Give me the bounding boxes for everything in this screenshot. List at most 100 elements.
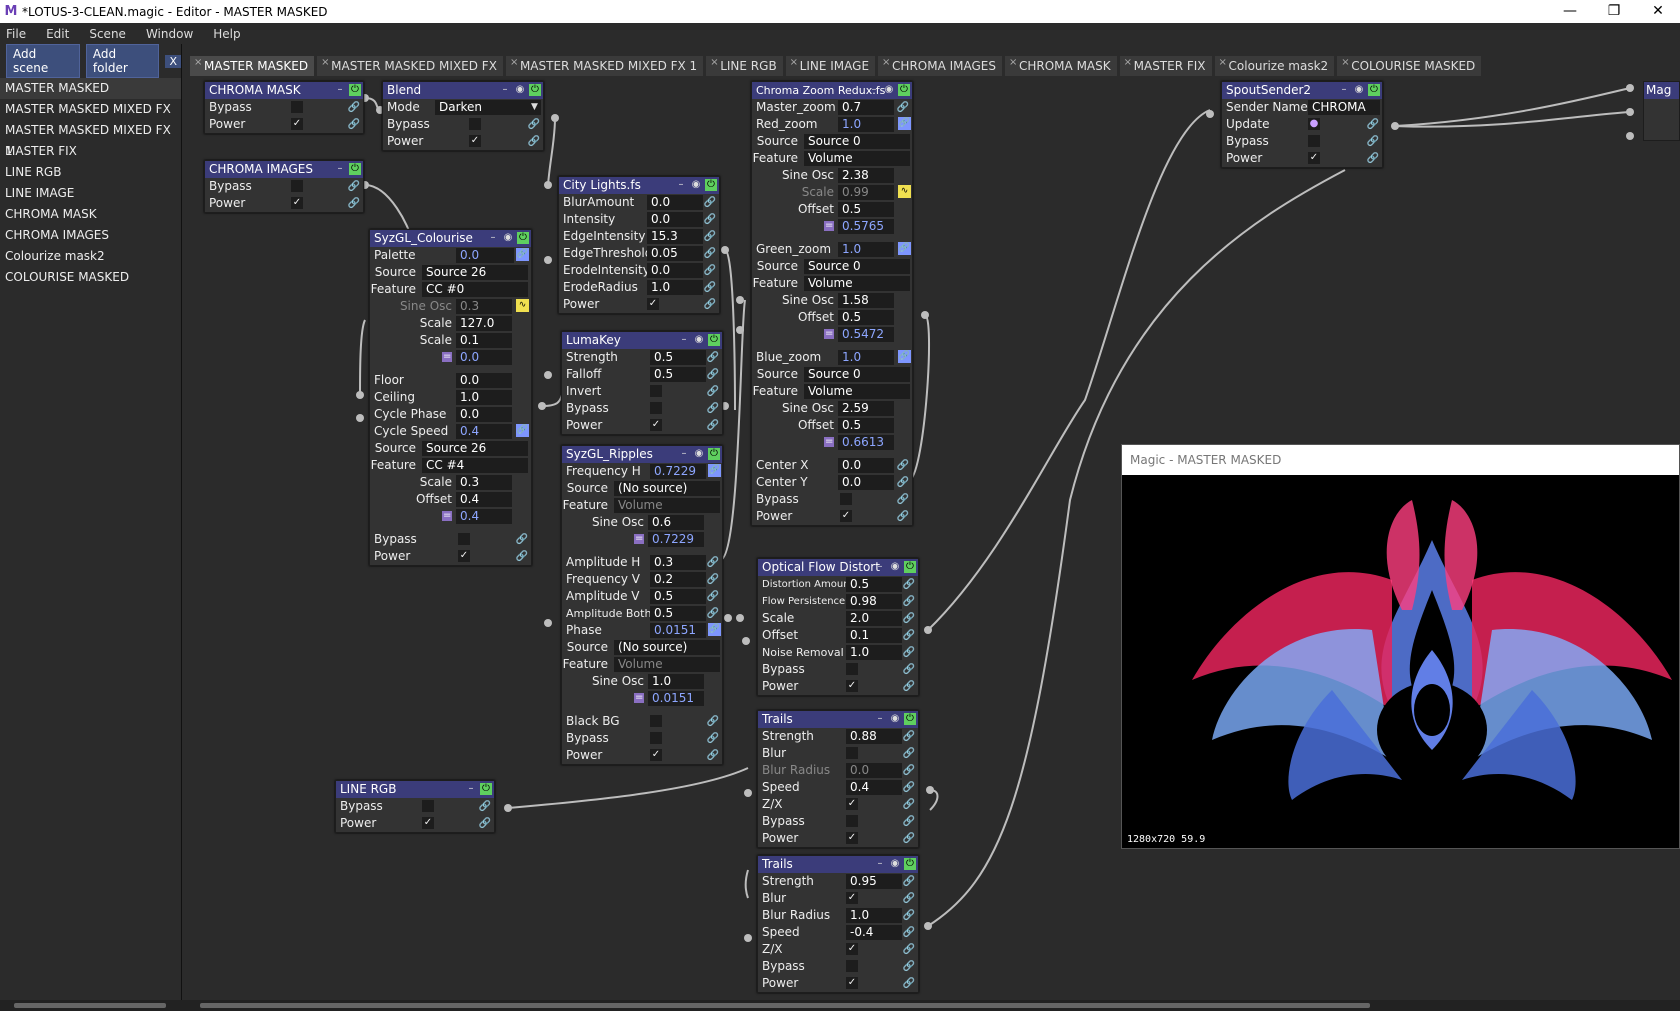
power-checkbox[interactable]: ✓	[846, 680, 858, 692]
link-icon[interactable]: 🔗	[903, 796, 915, 813]
param-field[interactable]: 0.0	[647, 195, 703, 210]
link-icon[interactable]: 🔗	[903, 873, 915, 890]
param-field[interactable]: 0.5	[650, 589, 706, 604]
speed-field[interactable]: -0.4	[846, 925, 902, 940]
blur-radius-field[interactable]: 1.0	[846, 908, 902, 923]
param-field[interactable]: 2.0	[846, 611, 902, 626]
center-x-field[interactable]: 0.0	[838, 458, 894, 473]
tab-master-masked[interactable]: MASTER MASKED	[190, 53, 315, 76]
bypass-checkbox[interactable]	[291, 101, 303, 113]
link-icon[interactable]: 🔗	[707, 366, 719, 383]
link-icon[interactable]: 🔗	[903, 678, 915, 695]
link-icon[interactable]: 🔗	[707, 554, 719, 571]
eye-icon[interactable]: ◉	[693, 334, 705, 346]
link-icon[interactable]: 🔗	[708, 464, 721, 477]
power-checkbox[interactable]: ✓	[291, 197, 303, 209]
menu-scene[interactable]: Scene	[89, 27, 126, 41]
collapse-icon[interactable]: –	[868, 84, 880, 96]
link-icon[interactable]: 🔗	[528, 116, 540, 133]
link-icon[interactable]: 🔗	[903, 661, 915, 678]
feature-select[interactable]: CC #4	[422, 458, 528, 473]
lumakey-node[interactable]: LumaKey – ◉ ⏻ Strength 0.5 🔗 Falloff 0.5 🔗 Inve…	[561, 331, 723, 435]
chroma-zoom-node[interactable]: Chroma Zoom Redux.fs – ◉ ⏻ Master_zoom 0.7 🔗 …	[751, 81, 913, 526]
wave-icon[interactable]: ∿	[898, 185, 911, 198]
optical-flow-node[interactable]: Optical Flow Distort – ◉ ⏻ Distortion Amoun…	[757, 558, 919, 696]
scene-item[interactable]: MASTER MASKED MIXED FX	[0, 99, 181, 120]
eye-icon[interactable]: ◉	[889, 561, 901, 573]
link-icon[interactable]: 🔗	[903, 593, 915, 610]
blur-checkbox[interactable]: ✓	[846, 892, 858, 904]
power-icon[interactable]: ⏻	[529, 84, 541, 96]
chroma-images-node[interactable]: CHROMA IMAGES – ⏻ Bypass 🔗 Power ✓ 🔗	[204, 160, 364, 213]
link-icon[interactable]: 🔗	[903, 907, 915, 924]
power-checkbox[interactable]: ✓	[846, 977, 858, 989]
strength-field[interactable]: 0.5	[650, 350, 706, 365]
scale-field[interactable]: 0.1	[456, 333, 512, 348]
link-icon[interactable]: 🔗	[707, 588, 719, 605]
minimize-button[interactable]: —	[1548, 0, 1592, 23]
power-checkbox[interactable]: ✓	[647, 298, 659, 310]
eye-icon[interactable]: ◉	[883, 84, 895, 96]
bypass-checkbox[interactable]	[650, 402, 662, 414]
link-icon[interactable]: 🔗	[348, 99, 360, 116]
bypass-checkbox[interactable]	[469, 118, 481, 130]
blend-node[interactable]: Blend – ◉ ⏻ Mode Darken ▼ Bypass 🔗 Power ✓ 🔗	[382, 81, 544, 151]
power-icon[interactable]: ⏻	[904, 858, 916, 870]
link-icon[interactable]: 🔗	[1367, 150, 1379, 167]
tab-line-image[interactable]: LINE IMAGE	[785, 53, 876, 76]
link-icon[interactable]: 🔗	[903, 830, 915, 847]
collapse-icon[interactable]: –	[874, 858, 886, 870]
collapse-icon[interactable]: –	[334, 163, 346, 175]
feature-select[interactable]: Volume	[804, 384, 910, 399]
param-field[interactable]: 0.5	[650, 606, 706, 621]
source-select[interactable]: Source 26	[422, 265, 528, 280]
param-field[interactable]: 0.0	[647, 263, 703, 278]
collapse-icon[interactable]: –	[1338, 84, 1350, 96]
add-scene-button[interactable]: Add scene	[6, 44, 80, 78]
link-icon[interactable]: 🔗	[707, 571, 719, 588]
close-window-button[interactable]: ✕	[1636, 0, 1680, 23]
node-header[interactable]: Optical Flow Distort – ◉ ⏻	[758, 559, 918, 576]
preview-window[interactable]: Magic - MASTER MASKED 1280x720 59.9	[1121, 444, 1680, 849]
link-icon[interactable]: 🔗	[704, 279, 716, 296]
node-header[interactable]: SyzGL_Colourise – ◉ ⏻	[370, 230, 531, 247]
link-icon[interactable]: 🔗	[903, 975, 915, 992]
param-field[interactable]: 0.05	[647, 246, 703, 261]
scale-field[interactable]: 0.3	[456, 475, 512, 490]
menu-edit[interactable]: Edit	[46, 27, 69, 41]
center-y-field[interactable]: 0.0	[838, 475, 894, 490]
trails-node[interactable]: Trails – ◉ ⏻ Strength 0.88 🔗 Blur 🔗 Blur Radiu…	[757, 710, 919, 848]
city-lights-node[interactable]: City Lights.fs – ◉ ⏻ BlurAmount 0.0 🔗 Intensi…	[558, 176, 720, 314]
feature-select[interactable]: Volume	[614, 498, 720, 513]
scene-item[interactable]: COLOURISE MASKED	[0, 267, 181, 288]
bypass-checkbox[interactable]	[422, 800, 434, 812]
update-button[interactable]: ●	[1308, 118, 1320, 130]
power-icon[interactable]: ⏻	[480, 783, 492, 795]
scene-item[interactable]: MASTER MASKED MIXED FX 1	[0, 120, 181, 158]
collapse-icon[interactable]: –	[678, 334, 690, 346]
param-field[interactable]: 0.1	[846, 628, 902, 643]
link-icon[interactable]: 🔗	[704, 262, 716, 279]
source-select[interactable]: Source 0	[804, 259, 910, 274]
power-checkbox[interactable]: ✓	[422, 817, 434, 829]
scene-item[interactable]: Colourize mask2	[0, 246, 181, 267]
floor-field[interactable]: 0.0	[456, 373, 512, 388]
add-folder-button[interactable]: Add folder	[85, 44, 160, 78]
link-icon[interactable]: 🔗	[707, 747, 719, 764]
link-icon[interactable]: 🔗	[516, 531, 528, 548]
tab-chroma-mask[interactable]: CHROMA MASK	[1005, 53, 1117, 76]
link-icon[interactable]: 🔗	[903, 924, 915, 941]
ceiling-field[interactable]: 1.0	[456, 390, 512, 405]
power-checkbox[interactable]: ✓	[650, 749, 662, 761]
param-field[interactable]: 15.3	[647, 229, 703, 244]
power-checkbox[interactable]: ✓	[840, 510, 852, 522]
line-rgb-node[interactable]: LINE RGB – ⏻ Bypass 🔗 Power ✓ 🔗	[335, 780, 495, 833]
power-icon[interactable]: ⏻	[349, 163, 361, 175]
link-icon[interactable]: 🔗	[704, 194, 716, 211]
power-checkbox[interactable]: ✓	[650, 419, 662, 431]
feature-select[interactable]: Volume	[804, 276, 910, 291]
link-icon[interactable]: 🔗	[516, 548, 528, 565]
speed-field[interactable]: 0.4	[846, 780, 902, 795]
link-icon[interactable]: 🔗	[897, 508, 909, 525]
link-icon[interactable]: 🔗	[516, 424, 529, 437]
